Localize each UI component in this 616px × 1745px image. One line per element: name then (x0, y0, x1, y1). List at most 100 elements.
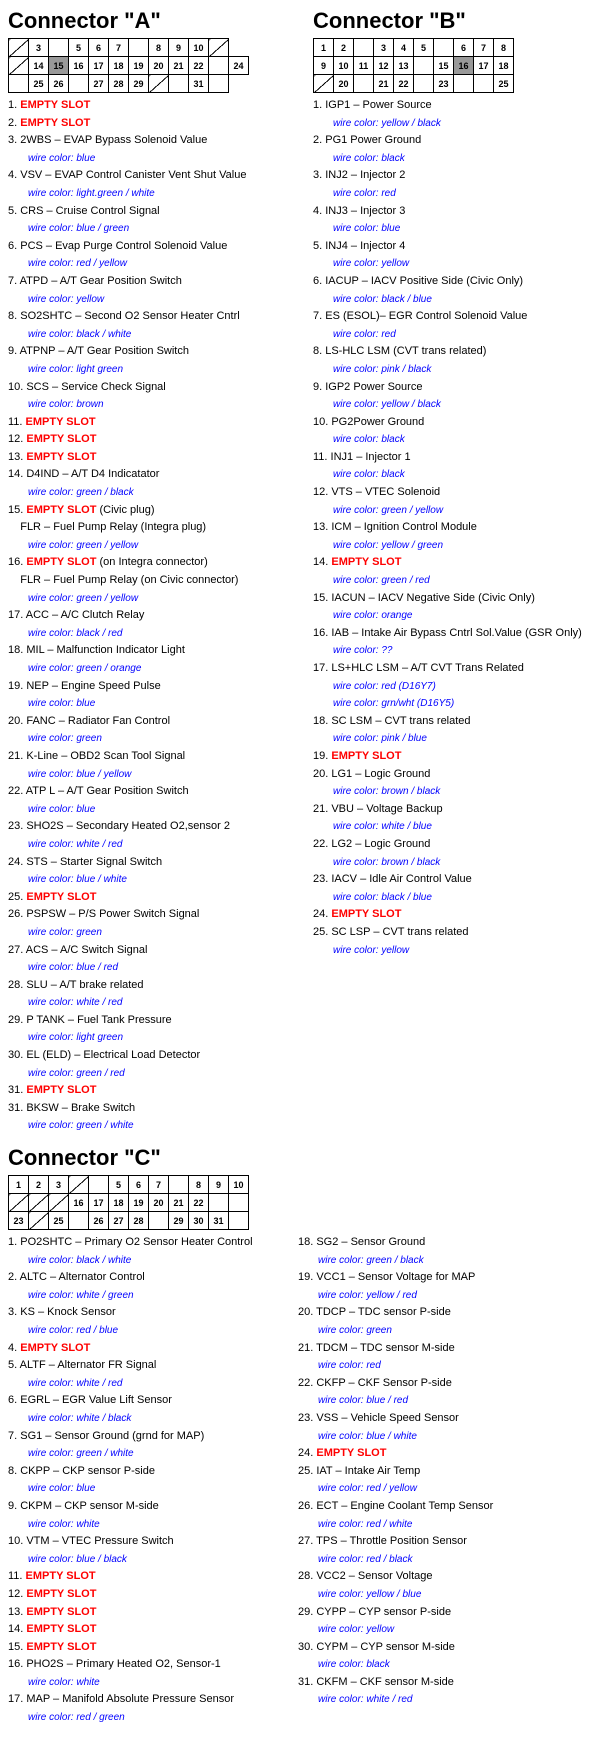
grid-cell: 9 (209, 1176, 229, 1194)
wire-color: wire color: yellow / green (313, 540, 443, 551)
pin-label: 29. CYPP – CYP sensor P-side (298, 1606, 451, 1618)
grid-cell: 23 (434, 75, 454, 93)
pin-label: 4. EMPTY SLOT (8, 1342, 90, 1354)
wire-color: wire color: black (313, 434, 405, 445)
wire-color: wire color: black (313, 469, 405, 480)
connector-c-pins-right: 18. SG2 – Sensor Ground wire color: gree… (298, 1234, 608, 1727)
wire-color: wire color: red (298, 1360, 381, 1371)
pin-label: 31. EMPTY SLOT (8, 1084, 96, 1096)
pin-label: 13. EMPTY SLOT (8, 451, 96, 463)
pin-item: 6. PCS – Evap Purge Control Solenoid Val… (8, 238, 303, 273)
empty-slot-badge: EMPTY SLOT (26, 416, 96, 428)
pin-label: 30. EL (ELD) – Electrical Load Detector (8, 1049, 200, 1061)
grid-cell: 25 (49, 1212, 69, 1230)
pin-item: 25. SC LSP – CVT trans related wire colo… (313, 924, 608, 959)
grid-cell (414, 75, 434, 93)
grid-cell-diag (9, 39, 29, 57)
pin-label: 12. VTS – VTEC Solenoid (313, 486, 440, 498)
connector-c-section: Connector "C" 1 2 3 5 6 7 8 9 10 1 (8, 1145, 608, 1727)
wire-color: wire color: blue / yellow (8, 769, 131, 780)
wire-color: wire color: green / white (8, 1448, 134, 1459)
pin-label: 11. INJ1 – Injector 1 (313, 451, 411, 463)
wire-color: wire color: yellow (313, 945, 409, 956)
pin-item: 16. PHO2S – Primary Heated O2, Sensor-1 … (8, 1656, 288, 1691)
pin-item: 17. ACC – A/C Clutch Relay wire color: b… (8, 607, 303, 642)
wire-color: wire color: blue (8, 804, 95, 815)
pin-label: 16. EMPTY SLOT (on Integra connector) (8, 556, 208, 568)
pin-label: 25. IAT – Intake Air Temp (298, 1465, 420, 1477)
wire-color: wire color: red / green (8, 1712, 125, 1723)
pin-item: 6. IACUP – IACV Positive Side (Civic Onl… (313, 273, 608, 308)
pin-item: 2. EMPTY SLOT (8, 115, 303, 133)
pin-item: 8. CKPP – CKP sensor P-side wire color: … (8, 1463, 288, 1498)
pin-item: 2. ALTC – Alternator Control wire color:… (8, 1269, 288, 1304)
pin-item: 7. SG1 – Sensor Ground (grnd for MAP) wi… (8, 1428, 288, 1463)
pin-item: 20. FANC – Radiator Fan Control wire col… (8, 713, 303, 748)
empty-slot-badge: EMPTY SLOT (316, 1447, 386, 1459)
pin-item: 5. CRS – Cruise Control Signal wire colo… (8, 203, 303, 238)
connector-b-pin-list: 1. IGP1 – Power Source wire color: yello… (313, 97, 608, 959)
pin-label: 17. LS+HLC LSM – A/T CVT Trans Related (313, 662, 524, 674)
grid-cell: 30 (189, 1212, 209, 1230)
pin-item: 29. CYPP – CYP sensor P-side wire color:… (298, 1604, 608, 1639)
grid-cell: 20 (149, 1194, 169, 1212)
grid-cell-diag (29, 1212, 49, 1230)
pin-item: 10. VTM – VTEC Pressure Switch wire colo… (8, 1533, 288, 1568)
pin-item: 12. EMPTY SLOT (8, 431, 303, 449)
pin-item: 1. PO2SHTC – Primary O2 Sensor Heater Co… (8, 1234, 288, 1269)
wire-color: wire color: green / yellow (8, 593, 138, 604)
grid-cell: 18 (109, 57, 129, 75)
grid-cell: 11 (354, 57, 374, 75)
wire-color: wire color: blue / red (298, 1395, 408, 1406)
empty-slot-badge: EMPTY SLOT (20, 1342, 90, 1354)
pin-label: 13. ICM – Ignition Control Module (313, 521, 477, 533)
grid-cell: 16 (69, 1194, 89, 1212)
pin-label: 24. EMPTY SLOT (298, 1447, 386, 1459)
wire-color: wire color: blue / black (8, 1554, 127, 1565)
pin-item: 16. EMPTY SLOT (on Integra connector) (8, 554, 303, 572)
pin-label: 20. TDCP – TDC sensor P-side (298, 1306, 451, 1318)
pin-label: 6. EGRL – EGR Value Lift Sensor (8, 1394, 172, 1406)
pin-item: 12. VTS – VTEC Solenoid wire color: gree… (313, 484, 608, 519)
grid-cell: 3 (29, 39, 49, 57)
wire-color: wire color: red / yellow (298, 1483, 417, 1494)
pin-label: 25. SC LSP – CVT trans related (313, 926, 469, 938)
wire-color: wire color: blue / white (298, 1431, 417, 1442)
pin-item: 18. SC LSM – CVT trans related wire colo… (313, 713, 608, 748)
grid-cell: 1 (9, 1176, 29, 1194)
grid-cell: 9 (169, 39, 189, 57)
pin-item: 19. NEP – Engine Speed Pulse wire color:… (8, 678, 303, 713)
pin-item: 23. SHO2S – Secondary Heated O2,sensor 2… (8, 818, 303, 853)
wire-color: wire color: white (8, 1677, 100, 1688)
grid-cell (9, 75, 29, 93)
top-connectors-row: Connector "A" 3 5 6 7 8 9 10 (8, 8, 608, 1135)
grid-cell-shaded: 16 (454, 57, 474, 75)
grid-cell: 20 (334, 75, 354, 93)
wire-color: wire color: yellow (8, 294, 104, 305)
pin-item: 18. MIL – Malfunction Indicator Light wi… (8, 642, 303, 677)
grid-cell (434, 39, 454, 57)
grid-cell-diag (149, 75, 169, 93)
pin-label: 7. SG1 – Sensor Ground (grnd for MAP) (8, 1430, 204, 1442)
grid-cell: 27 (109, 1212, 129, 1230)
empty-slot-badge: EMPTY SLOT (26, 1623, 96, 1635)
pin-item: 28. VCC2 – Sensor Voltage wire color: ye… (298, 1568, 608, 1603)
pin-label: 20. LG1 – Logic Ground (313, 768, 430, 780)
wire-color: wire color: yellow / blue (298, 1589, 421, 1600)
pin-item: 23. IACV – Idle Air Control Value wire c… (313, 871, 608, 906)
grid-cell: 10 (334, 57, 354, 75)
pin-label: 23. IACV – Idle Air Control Value (313, 873, 472, 885)
grid-cell: 28 (129, 1212, 149, 1230)
wire-color: wire color: yellow / red (298, 1290, 417, 1301)
pin-label: 5. ALTF – Alternator FR Signal (8, 1359, 156, 1371)
grid-cell: 14 (29, 57, 49, 75)
pin-item: 15. EMPTY SLOT (8, 1639, 288, 1657)
pin-item: 4. VSV – EVAP Control Canister Vent Shut… (8, 167, 303, 202)
grid-cell: 7 (109, 39, 129, 57)
wire-color: wire color: brown (8, 399, 104, 410)
empty-slot-badge: EMPTY SLOT (26, 556, 96, 568)
pin-item: 21. VBU – Voltage Backup wire color: whi… (313, 801, 608, 836)
pin-item: 17. MAP – Manifold Absolute Pressure Sen… (8, 1691, 288, 1726)
pin-item: 26. PSPSW – P/S Power Switch Signal wire… (8, 906, 303, 941)
pin-item: 31. EMPTY SLOT (8, 1082, 303, 1100)
